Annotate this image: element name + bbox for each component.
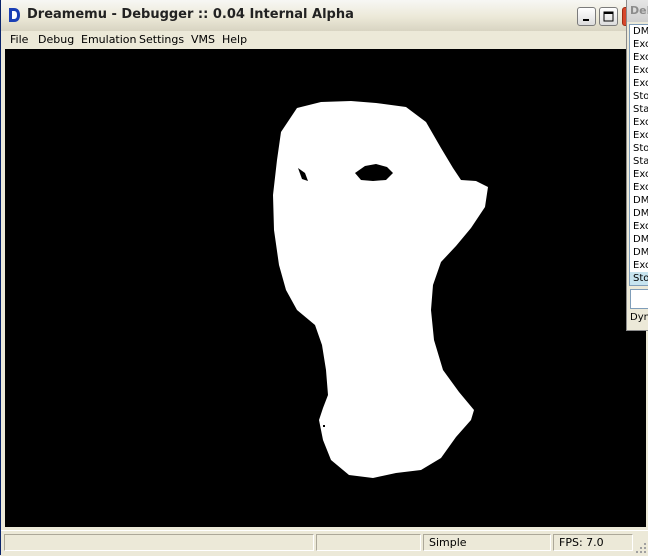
debugger-log-row[interactable]: Exc <box>630 220 648 233</box>
debugger-log-row[interactable]: DMA <box>630 246 648 259</box>
debugger-log-row[interactable]: Exc <box>630 77 648 90</box>
status-fps: FPS: 7.0 <box>553 534 633 551</box>
debugger-command-input[interactable] <box>630 289 648 309</box>
rendered-head-model <box>273 101 488 478</box>
debugger-log-row[interactable]: Sto <box>630 142 648 155</box>
menu-file[interactable]: File <box>10 33 28 46</box>
debugger-log-row[interactable]: Sto <box>630 90 648 103</box>
debugger-log-row[interactable]: Sto <box>630 272 648 285</box>
window-title: Dreamemu - Debugger :: 0.04 Internal Alp… <box>27 7 354 22</box>
maximize-icon <box>603 11 614 22</box>
minimize-icon <box>583 19 589 21</box>
dreamemu-logo-icon <box>9 8 20 22</box>
status-mode: Simple <box>423 534 551 551</box>
debugger-log-row[interactable]: Exc <box>630 38 648 51</box>
status-pane-main <box>4 534 314 551</box>
debugger-log-row[interactable]: Exc <box>630 64 648 77</box>
menu-debug[interactable]: Debug <box>38 33 74 46</box>
debugger-footer-label: Dyn <box>630 312 648 323</box>
debugger-log-row[interactable]: Exc <box>630 259 648 272</box>
debugger-log-row[interactable]: DMA <box>630 194 648 207</box>
status-pane-empty <box>316 534 421 551</box>
resize-grip-icon[interactable] <box>635 542 647 554</box>
debugger-log-row[interactable]: Exc <box>630 181 648 194</box>
status-bar: Simple FPS: 7.0 <box>1 530 648 556</box>
minimize-button[interactable] <box>577 7 596 26</box>
debugger-log-row[interactable]: Exc <box>630 116 648 129</box>
menu-bar: File Debug Emulation Settings VMS Help <box>1 31 648 50</box>
main-window: Dreamemu - Debugger :: 0.04 Internal Alp… <box>0 0 648 556</box>
debugger-log-row[interactable]: DMA <box>630 233 648 246</box>
maximize-button[interactable] <box>599 7 618 26</box>
menu-vms[interactable]: VMS <box>191 33 215 46</box>
debugger-log-row[interactable]: Exc <box>630 168 648 181</box>
debugger-log-list[interactable]: DMAExcExcExcExcStoStaExcExcStoStaExcExcD… <box>629 24 648 286</box>
emulator-render-view[interactable] <box>5 49 646 527</box>
debugger-log-row[interactable]: Exc <box>630 129 648 142</box>
debugger-log-row[interactable]: DMA <box>630 207 648 220</box>
debugger-window-title[interactable]: Deb <box>627 0 648 22</box>
debugger-log-row[interactable]: DMA <box>630 25 648 38</box>
debugger-log-row[interactable]: Exc <box>630 51 648 64</box>
menu-settings[interactable]: Settings <box>139 33 184 46</box>
debugger-window: Deb DMAExcExcExcExcStoStaExcExcStoStaExc… <box>626 0 648 331</box>
title-bar[interactable]: Dreamemu - Debugger :: 0.04 Internal Alp… <box>1 0 648 32</box>
debugger-log-row[interactable]: Sta <box>630 155 648 168</box>
debugger-log-row[interactable]: Sta <box>630 103 648 116</box>
menu-help[interactable]: Help <box>222 33 247 46</box>
menu-emulation[interactable]: Emulation <box>81 33 137 46</box>
